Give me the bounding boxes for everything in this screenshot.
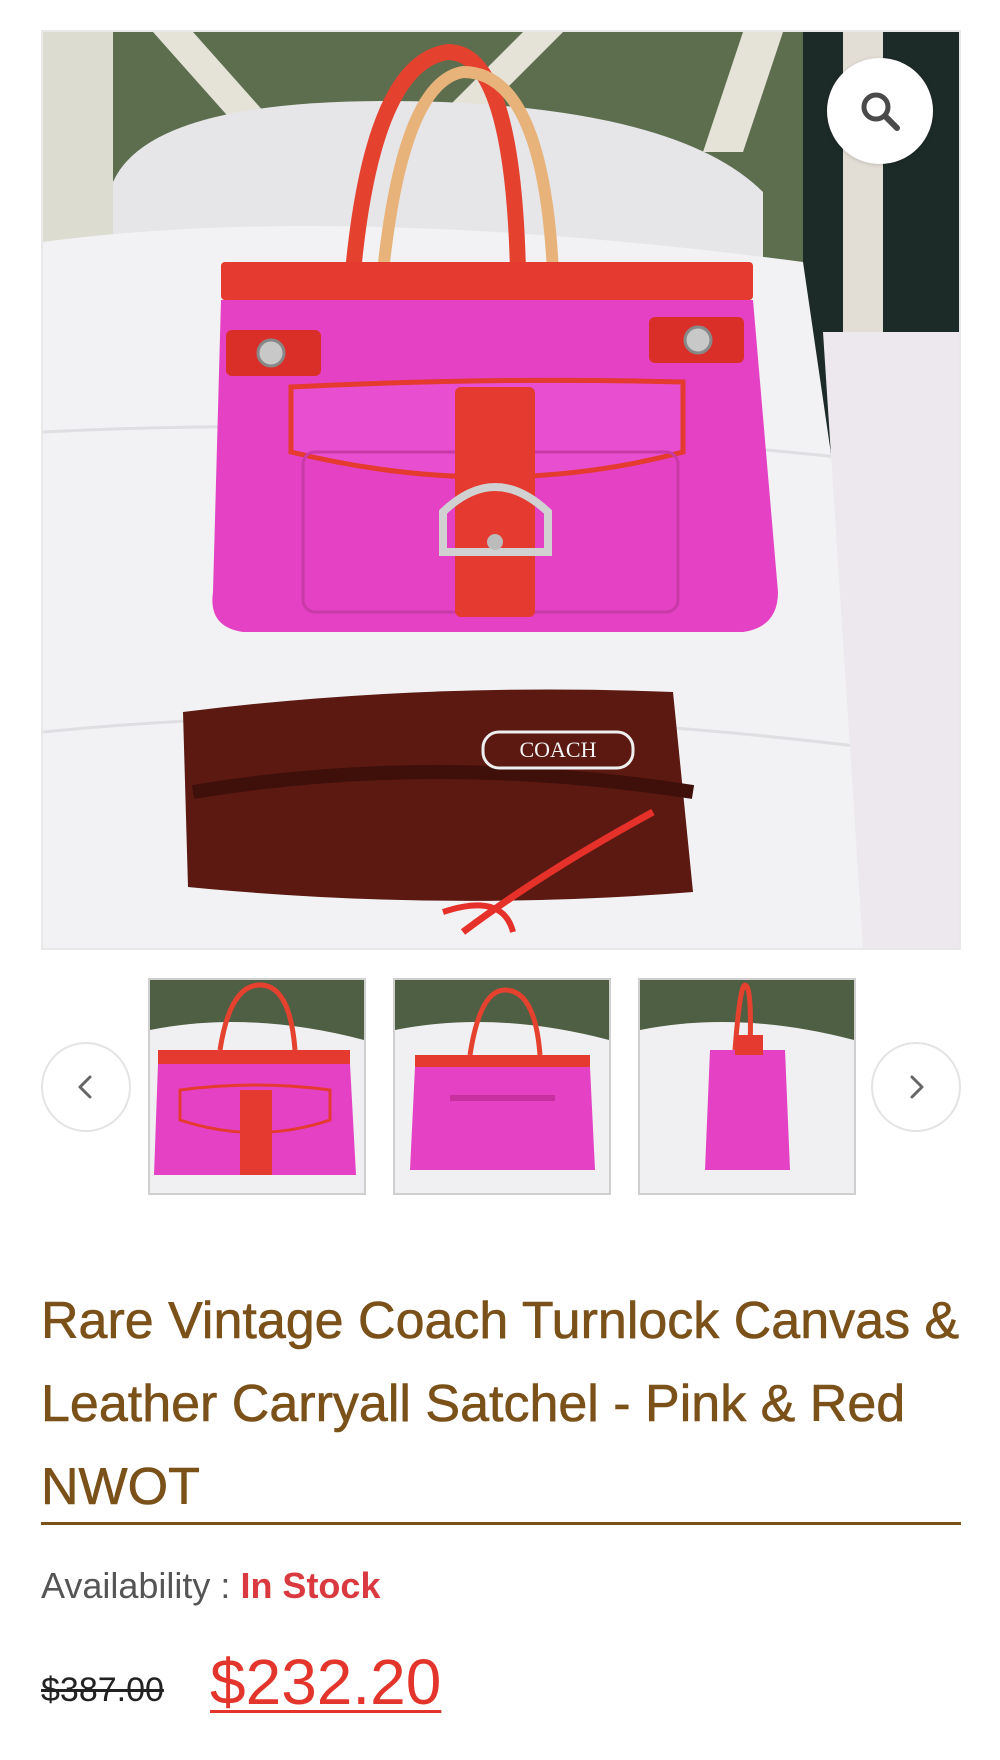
availability-label: Availability : — [41, 1565, 241, 1606]
carousel-prev-button[interactable] — [41, 1042, 131, 1132]
product-title: Rare Vintage Coach Turnlock Canvas & Lea… — [41, 1292, 960, 1517]
carousel-next-button[interactable] — [871, 1042, 961, 1132]
thumbnail-back-image — [395, 980, 609, 1193]
chevron-right-icon — [910, 1075, 924, 1099]
thumbnail-side[interactable] — [638, 978, 856, 1195]
search-icon — [861, 92, 900, 131]
chevron-left-icon — [78, 1075, 92, 1099]
svg-text:COACH: COACH — [519, 737, 596, 762]
thumbnail-back[interactable] — [393, 978, 611, 1195]
thumbnail-front[interactable] — [148, 978, 366, 1195]
main-product-image[interactable]: COACH — [41, 30, 961, 950]
original-price: $387.00 — [41, 1671, 164, 1709]
thumbnail-side-image — [640, 980, 854, 1193]
availability: Availability : In Stock — [41, 1562, 380, 1610]
bag-photo: COACH — [43, 32, 959, 948]
title-divider — [41, 1522, 961, 1525]
zoom-button[interactable] — [827, 58, 933, 164]
thumbnail-carousel — [0, 978, 1000, 1198]
sale-price[interactable]: $232.20 — [210, 1646, 441, 1718]
availability-status: In Stock — [240, 1565, 381, 1606]
thumbnail-front-image — [150, 980, 364, 1193]
